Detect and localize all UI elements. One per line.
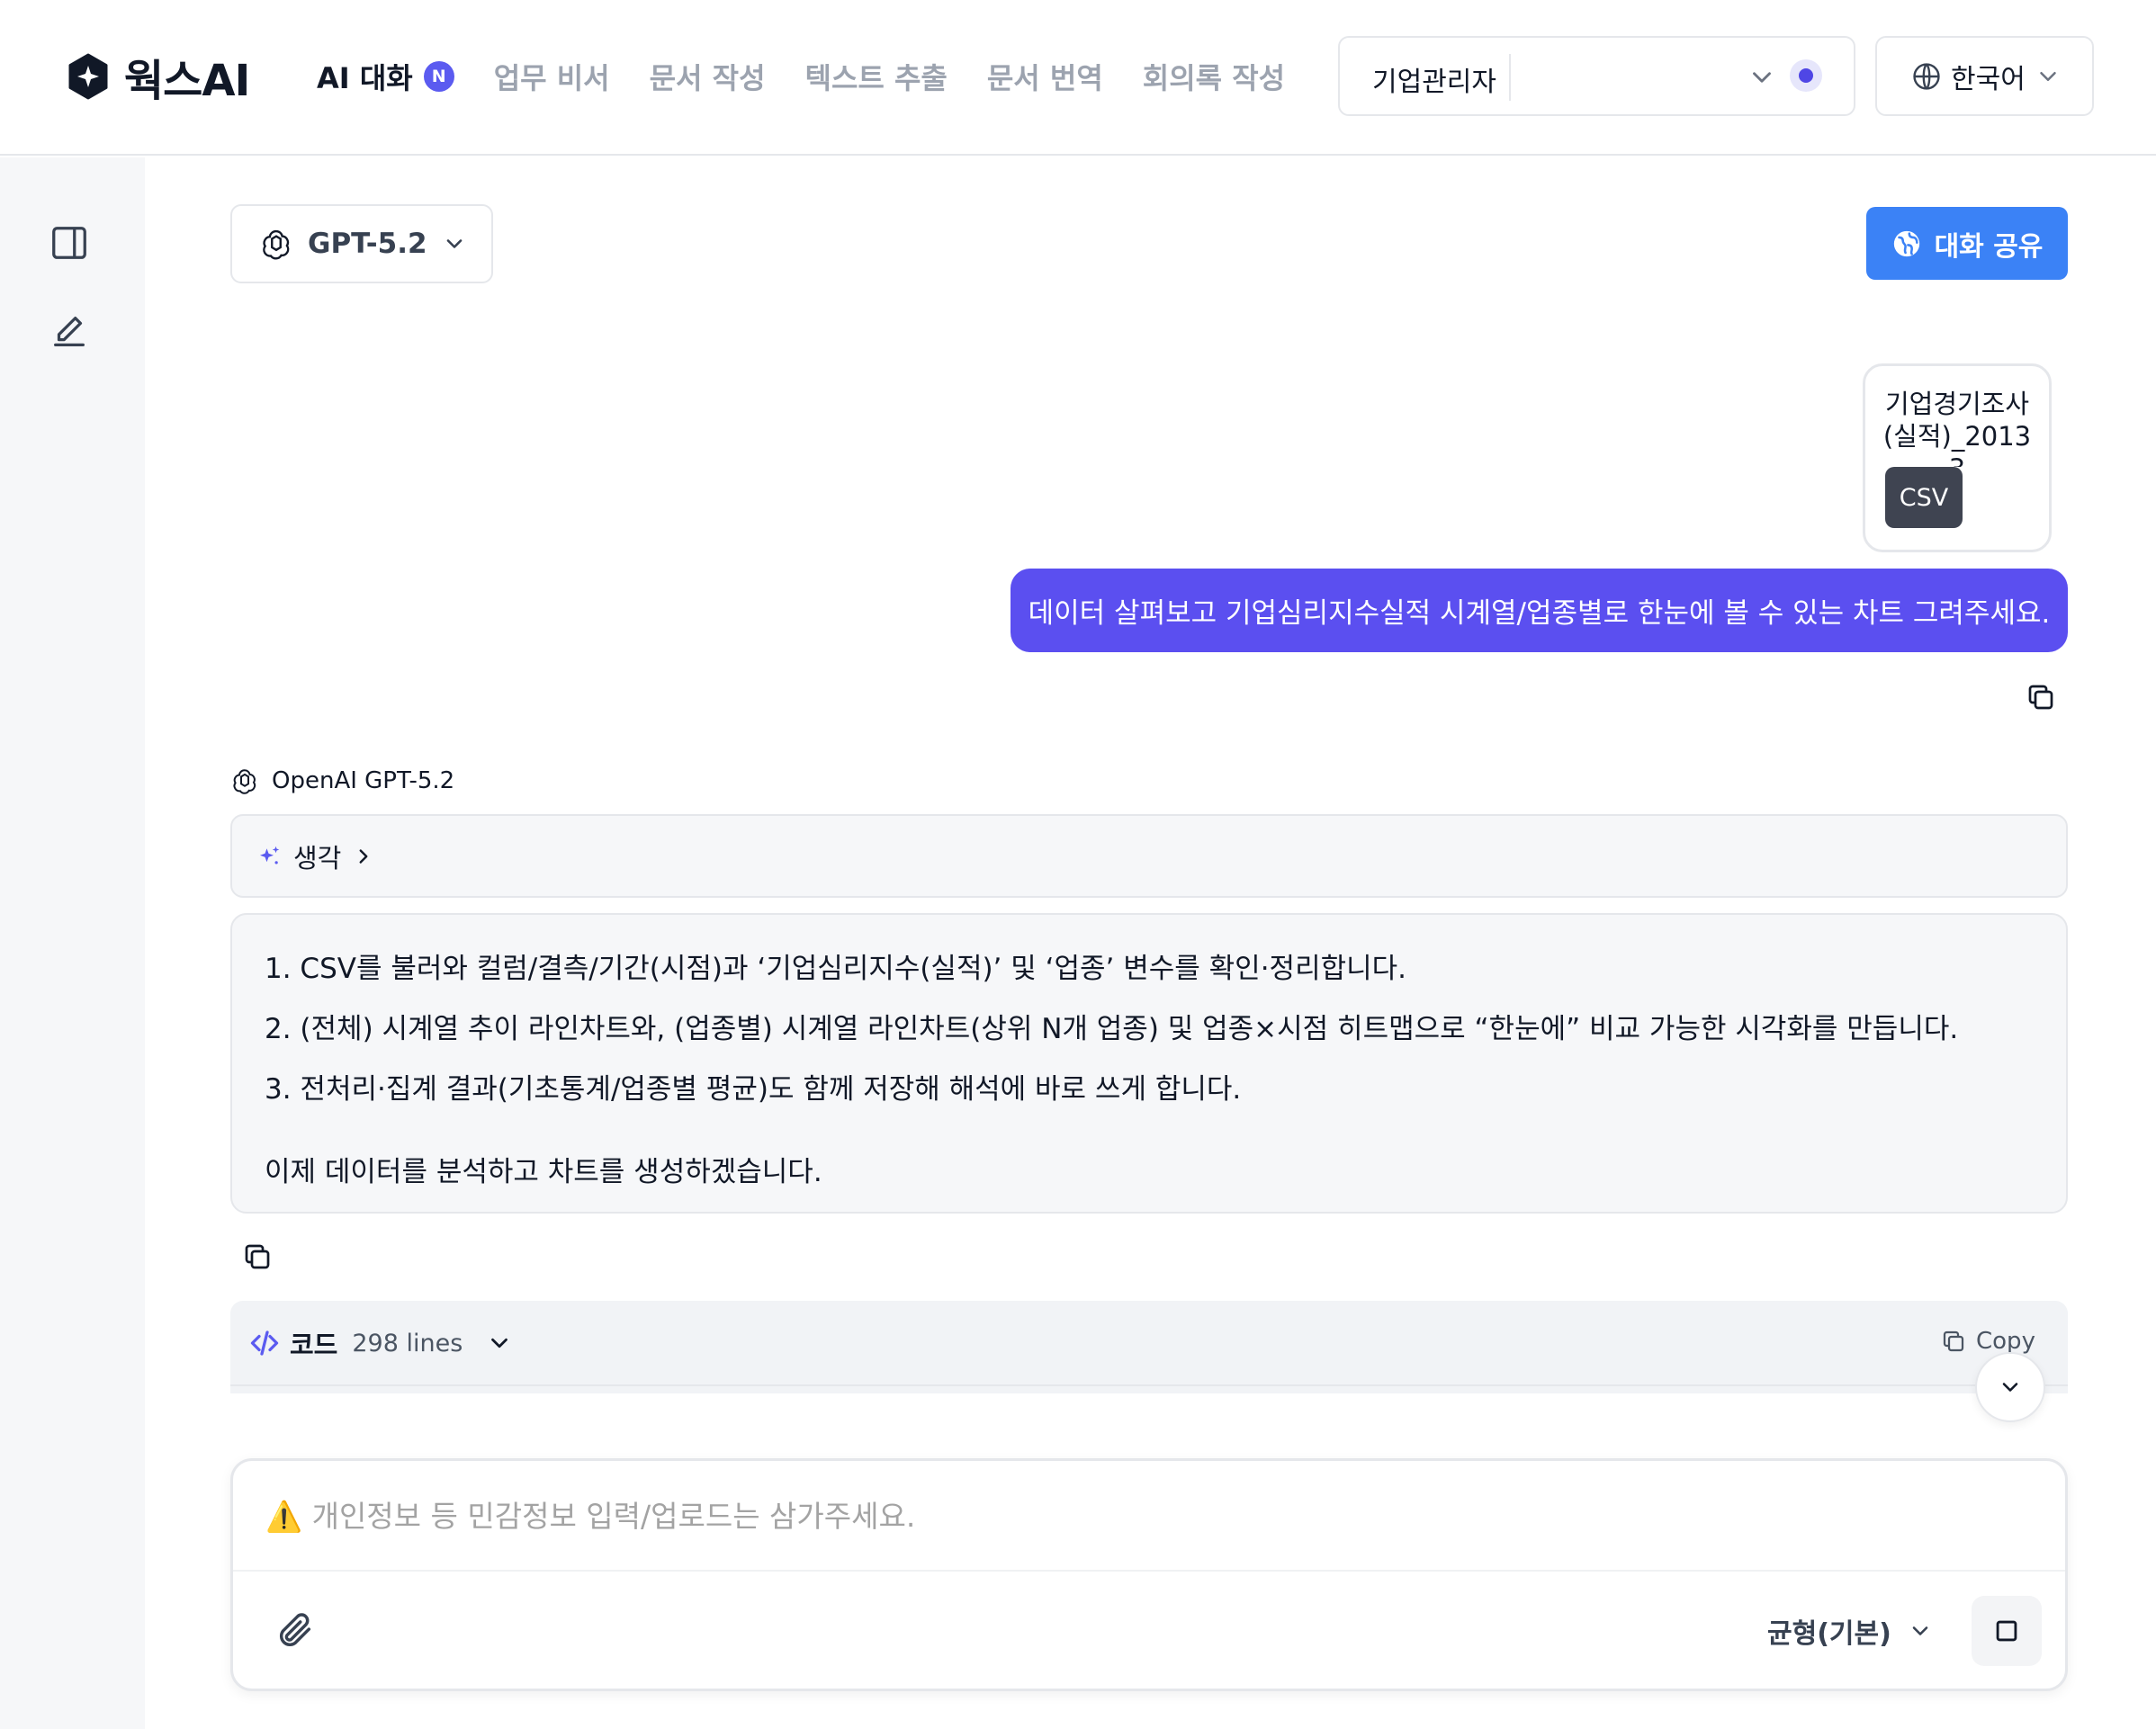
scroll-to-bottom-button[interactable] [1975,1352,2045,1422]
plan-closing: 이제 데이터를 분석하고 차트를 생성하겠습니다. [265,1156,822,1188]
stop-icon [1996,1620,2017,1642]
chevron-down-icon [446,239,462,248]
status-dot-icon [1790,59,1822,92]
left-rail [0,157,145,1729]
message-input[interactable] [265,1493,2029,1538]
chevron-down-icon [1912,1626,1928,1635]
response-mode-select[interactable]: 균형(기본) [1767,1611,1933,1651]
code-line-count: 298 lines [352,1329,463,1357]
code-copy-label: Copy [1976,1328,2035,1355]
copy-icon[interactable] [241,1241,274,1273]
globe-icon [1913,62,1940,90]
language-label: 한국어 [1951,63,2026,95]
plan-step: 2. (전체) 시계열 추이 라인차트와, (업종별) 시계열 라인차트(상위 … [265,1013,1959,1045]
brand-name: 웍스AI [124,56,250,106]
copy-icon [1943,1330,1964,1352]
sparkle-icon [260,846,280,864]
org-select[interactable]: 기업관리자 [1338,36,1855,116]
thinking-label: 생각 [293,842,342,873]
nav-meeting-minutes[interactable]: 회의록 작성 [1143,56,1285,97]
code-block-header[interactable]: 코드 298 lines Copy [230,1301,2068,1386]
paperclip-icon[interactable] [274,1609,316,1651]
nav-work-assistant[interactable]: 업무 비서 [494,56,610,97]
main-nav: AI 대화 N 업무 비서 문서 작성 텍스트 추출 문서 번역 회의록 작성 [317,54,1325,99]
user-message-bubble: 데이터 살펴보고 기업심리지수실적 시계열/업종별로 한눈에 볼 수 있는 차트… [1011,569,2068,652]
assistant-plan-box: 1. CSV를 불러와 컬럼/결측/기간(시점)과 ‘기업심리지수(실적)’ 및… [230,913,2068,1214]
brand-logo[interactable]: 웍스AI [65,49,250,106]
model-select[interactable]: GPT-5.2 [230,204,493,283]
sidebar-toggle-icon[interactable] [49,222,90,264]
top-header: 웍스AI AI 대화 N 업무 비서 문서 작성 텍스트 추출 문서 번역 회의… [0,0,2156,156]
plan-step: 1. CSV를 불러와 컬럼/결측/기간(시점)과 ‘기업심리지수(실적)’ 및… [265,953,1407,985]
chevron-down-icon [1753,72,1771,83]
nav-ai-chat-label: AI 대화 [317,61,413,95]
code-icon [250,1330,279,1356]
code-block-title: 코드 [290,1330,338,1360]
attachment-type-badge: CSV [1885,467,1963,528]
openai-icon [263,229,290,260]
code-block-body [230,1386,2068,1393]
code-copy-button[interactable]: Copy [1940,1328,2035,1355]
composer-divider [233,1570,2065,1572]
copy-icon[interactable] [2025,681,2057,713]
attachment-name: 기업경기조사(실적)_20133 [1882,389,2032,467]
response-mode-label: 균형(기본) [1767,1618,1891,1650]
nav-ai-chat[interactable]: AI 대화 N [317,56,454,97]
language-select[interactable]: 한국어 [1875,36,2094,116]
logo-icon [68,53,108,100]
org-select-label: 기업관리자 [1372,67,1496,98]
globe-icon [1893,230,1919,256]
code-block-toggle[interactable]: 코드 298 lines [248,1324,513,1362]
share-conversation-button[interactable]: 대화 공유 [1866,207,2068,280]
chevron-down-icon [2002,1383,2018,1392]
attachment-card[interactable]: 기업경기조사(실적)_20133 CSV [1863,363,2052,552]
message-composer: 균형(기본) [230,1458,2068,1691]
nav-text-extraction[interactable]: 텍스트 추출 [805,56,948,97]
new-badge: N [423,61,454,92]
thinking-toggle[interactable]: 생각 [230,814,2068,898]
plan-step: 3. 전처리·집계 결과(기초통계/업종별 평균)도 함께 저장해 해석에 바로… [265,1073,1242,1106]
nav-document-writing[interactable]: 문서 작성 [650,56,766,97]
user-message-text: 데이터 살펴보고 기업심리지수실적 시계열/업종별로 한눈에 볼 수 있는 차트… [1028,597,2051,630]
chevron-right-icon [359,848,368,864]
openai-icon [233,769,256,794]
model-label: GPT-5.2 [308,228,427,260]
chevron-down-icon [491,1338,508,1348]
share-label: 대화 공유 [1934,230,2044,263]
new-chat-icon[interactable] [49,310,90,352]
assistant-name: OpenAI GPT-5.2 [272,767,455,794]
nav-document-translation[interactable]: 문서 번역 [987,56,1103,97]
stop-generation-button[interactable] [1972,1596,2042,1666]
chevron-down-icon [2040,71,2056,81]
org-select-divider [1509,54,1511,101]
assistant-header: OpenAI GPT-5.2 [230,766,454,795]
